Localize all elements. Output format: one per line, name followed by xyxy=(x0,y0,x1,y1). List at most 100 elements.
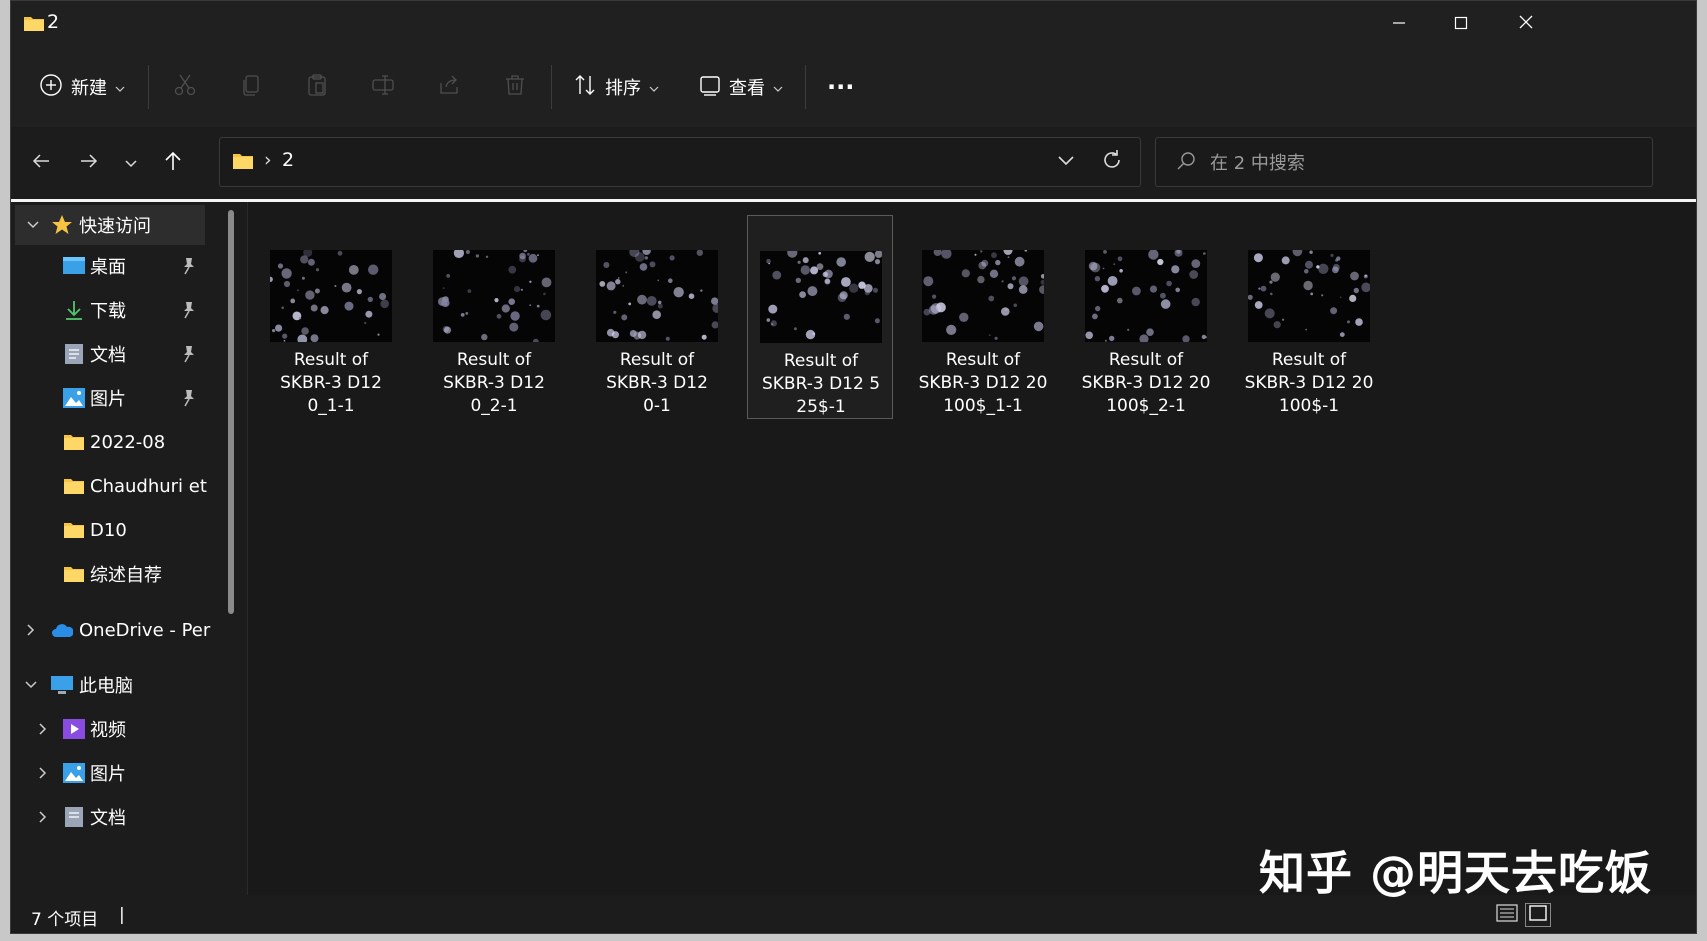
thumbnail-speck xyxy=(501,304,510,313)
thumbnail-speck xyxy=(606,281,616,291)
arrow-right-icon xyxy=(79,151,99,175)
thumbnail-speck xyxy=(611,331,619,339)
thumbnail-speck xyxy=(1248,294,1253,300)
sidebar-item-label: 图片 xyxy=(90,764,126,785)
back-button[interactable] xyxy=(21,143,61,183)
thumbnail-speck xyxy=(1148,250,1159,260)
file-item[interactable]: Result of SKBR-3 D12 0_2-1 xyxy=(421,215,567,419)
thumbnail-speck xyxy=(673,287,684,298)
thumbnail-speck xyxy=(637,294,647,305)
watermark-text: 知乎 @明天去吃饭 xyxy=(1259,846,1653,900)
maximize-button[interactable] xyxy=(1426,1,1496,47)
toolbar-separator xyxy=(551,65,552,109)
thumbnail-speck xyxy=(475,254,480,258)
sidebar-item-quick-access[interactable]: 快速访问 xyxy=(15,205,205,245)
file-item[interactable]: Result of SKBR-3 D12 0_1-1 xyxy=(258,215,404,419)
search-icon xyxy=(1176,151,1196,175)
chevron-down-icon xyxy=(21,675,41,695)
minimize-button[interactable] xyxy=(1364,1,1434,47)
sidebar-item-desktop[interactable]: 桌面 xyxy=(11,246,211,286)
sidebar-item-pictures[interactable]: 图片 xyxy=(11,753,211,793)
thumbnail-speck xyxy=(1355,318,1363,326)
copy-button[interactable] xyxy=(239,64,263,110)
thumbnail-speck xyxy=(930,303,942,314)
thumbnail-speck xyxy=(980,250,983,253)
thumbnail-speck xyxy=(1085,331,1093,340)
thumbnail-speck xyxy=(379,293,387,300)
up-button[interactable] xyxy=(153,143,193,183)
file-name: Result of SKBR-3 D12 5 25$-1 xyxy=(761,351,881,417)
documents-icon xyxy=(63,806,85,828)
sidebar-item-videos[interactable]: 视频 xyxy=(11,709,211,749)
thumbnail-speck xyxy=(1018,285,1028,294)
list-view-icon xyxy=(1496,904,1518,926)
sidebar-item-onedrive[interactable]: OneDrive - Pers xyxy=(11,610,211,650)
rename-button[interactable] xyxy=(371,64,395,110)
thumbnail-speck xyxy=(529,304,532,307)
forward-button[interactable] xyxy=(69,143,109,183)
sidebar-item-documents[interactable]: 文档 xyxy=(11,797,211,837)
share-button[interactable] xyxy=(437,64,461,110)
thumbnail-speck xyxy=(1101,284,1109,293)
file-item[interactable]: Result of SKBR-3 D12 0-1 xyxy=(584,215,730,419)
thumbnail-speck xyxy=(1109,335,1115,342)
thumbnail-speck xyxy=(1113,263,1116,265)
thumbnail-speck xyxy=(1336,256,1341,261)
thumbnail-speck xyxy=(481,333,488,341)
thumbnail-speck xyxy=(297,289,299,292)
title-bar: 2 xyxy=(11,1,1696,47)
sidebar-scrollbar[interactable] xyxy=(228,210,234,614)
thumbnail-speck xyxy=(657,300,662,305)
thumbnail-speck xyxy=(787,251,798,258)
sidebar-item-folder[interactable]: 综述自荐 xyxy=(11,554,211,594)
sidebar-item-downloads[interactable]: 下载 xyxy=(11,290,211,330)
thumbnail-speck xyxy=(540,309,552,321)
sidebar-item-folder[interactable]: 2022-08 xyxy=(11,422,211,462)
address-bar[interactable]: › 2 xyxy=(219,137,1141,187)
sidebar-item-pictures[interactable]: 图片 xyxy=(11,378,211,418)
view-button[interactable]: 查看 xyxy=(699,64,783,110)
thumbnail-speck xyxy=(974,253,977,256)
thumbnail-speck xyxy=(1254,301,1263,309)
thumbnail-speck xyxy=(307,258,315,266)
search-box[interactable] xyxy=(1155,137,1653,187)
thumbnail-speck xyxy=(617,277,620,279)
file-item[interactable]: Result of SKBR-3 D12 20 100$_2-1 xyxy=(1073,215,1219,419)
thumbnail-speck xyxy=(1007,256,1010,259)
breadcrumb-current[interactable]: 2 xyxy=(282,149,294,171)
large-icons-view-button[interactable] xyxy=(1525,903,1551,927)
recent-locations-button[interactable] xyxy=(111,143,151,183)
sidebar-item-this-pc[interactable]: 此电脑 xyxy=(11,665,211,705)
sidebar-item-documents[interactable]: 文档 xyxy=(11,334,211,374)
thumbnail-speck xyxy=(365,310,373,318)
address-dropdown-button[interactable] xyxy=(1056,150,1076,174)
file-name: Result of SKBR-3 D12 20 100$_2-1 xyxy=(1081,350,1211,416)
sidebar-item-folder[interactable]: D10 xyxy=(11,510,211,550)
more-options-button[interactable]: ··· xyxy=(827,64,854,110)
thumbnail-speck xyxy=(1157,258,1164,266)
close-button[interactable] xyxy=(1491,1,1561,47)
sidebar-item-label: 综述自荐 xyxy=(90,565,162,586)
thumbnail-speck xyxy=(599,281,606,287)
chevron-right-icon xyxy=(33,807,53,827)
thumbnail-speck xyxy=(494,298,499,303)
new-button[interactable]: 新建 xyxy=(39,64,125,110)
file-item[interactable]: Result of SKBR-3 D12 5 25$-1 xyxy=(747,215,893,419)
file-item[interactable]: Result of SKBR-3 D12 20 100$_1-1 xyxy=(910,215,1056,419)
view-icon xyxy=(699,74,721,101)
thumbnail-speck xyxy=(795,277,801,284)
sidebar-item-folder[interactable]: Chaudhuri et a xyxy=(11,466,211,506)
cut-button[interactable] xyxy=(173,64,197,110)
search-input[interactable] xyxy=(1208,148,1632,178)
details-view-button[interactable] xyxy=(1494,903,1520,927)
sort-button[interactable]: 排序 xyxy=(573,64,659,110)
thumbnail-speck xyxy=(864,251,875,262)
refresh-button[interactable] xyxy=(1100,148,1124,176)
delete-button[interactable] xyxy=(503,64,527,110)
paste-button[interactable] xyxy=(305,64,329,110)
thumbnail-speck xyxy=(1260,285,1267,292)
thumbnail-speck xyxy=(485,255,489,258)
file-item[interactable]: Result of SKBR-3 D12 20 100$-1 xyxy=(1236,215,1382,419)
chevron-right-icon xyxy=(33,763,53,783)
thumbnail-speck xyxy=(1007,283,1014,290)
